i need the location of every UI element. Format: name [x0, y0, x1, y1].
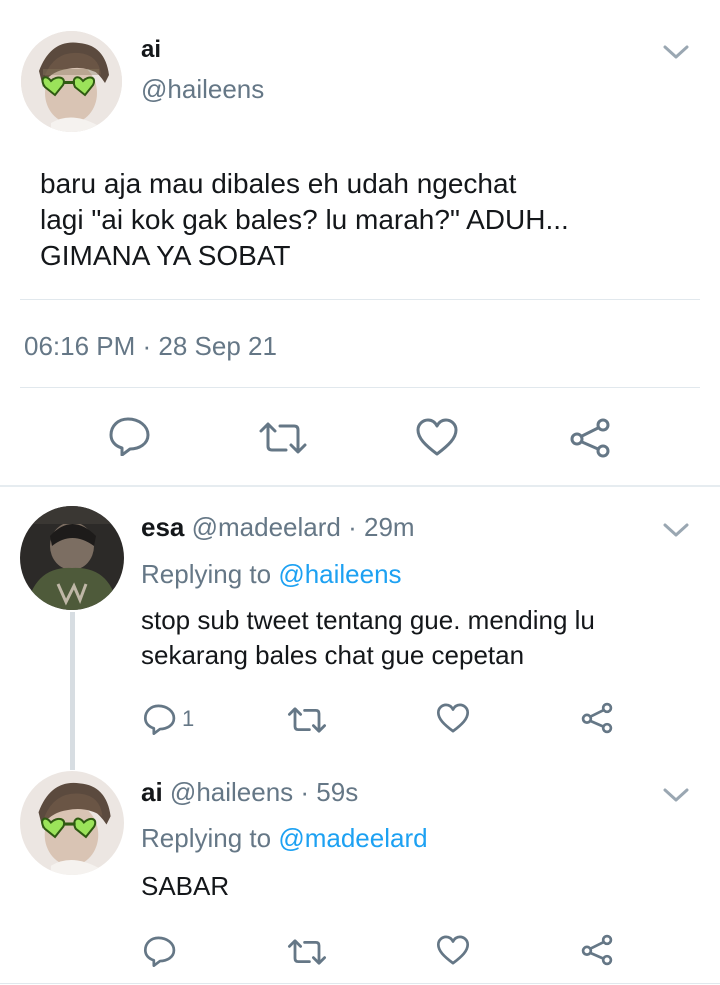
tweet-text-line: lagi "ai kok gak bales? lu marah?" ADUH.…	[40, 204, 569, 235]
handle[interactable]: @madeelard	[192, 512, 341, 542]
tweet-text-line: baru aja mau dibales eh udah ngechat	[40, 168, 517, 199]
tweet-header: esa @madeelard · 29m	[141, 512, 415, 543]
handle[interactable]: @haileens	[141, 74, 264, 105]
replying-to-link[interactable]: @haileens	[278, 559, 401, 589]
share-icon[interactable]	[568, 418, 612, 458]
tweet-text-line: stop sub tweet tentang gue. mending lu	[141, 605, 595, 635]
replying-to-link[interactable]: @madeelard	[278, 823, 427, 853]
share-icon[interactable]	[580, 702, 614, 734]
replying-to-label: Replying to	[141, 823, 272, 853]
section-separator	[0, 485, 720, 487]
retweet-icon[interactable]	[258, 420, 308, 456]
avatar[interactable]	[20, 771, 124, 875]
share-icon[interactable]	[580, 934, 614, 966]
reply-count: 1	[182, 706, 195, 731]
replying-to: Replying to @haileens	[141, 559, 402, 590]
tweet-text-line: sekarang bales chat gue cepetan	[141, 640, 525, 670]
tweet-time[interactable]: · 59s	[300, 777, 358, 807]
tweet-text: SABAR	[141, 869, 229, 904]
thread-line	[70, 612, 75, 770]
like-icon[interactable]	[436, 934, 470, 966]
tweet-header: ai @haileens · 59s	[141, 777, 358, 808]
retweet-icon[interactable]	[287, 705, 327, 735]
like-icon[interactable]	[415, 417, 459, 457]
reply-icon[interactable]	[108, 416, 152, 456]
replying-to: Replying to @madeelard	[141, 823, 428, 854]
tweet-text: stop sub tweet tentang gue. mending lu s…	[141, 603, 595, 673]
tweet-text-line: SABAR	[141, 871, 230, 901]
chevron-down-icon[interactable]	[662, 522, 690, 538]
display-name[interactable]: esa	[141, 512, 184, 542]
retweet-icon[interactable]	[287, 937, 327, 967]
handle[interactable]: @haileens	[170, 777, 293, 807]
tweet-text-line: GIMANA YA SOBAT	[40, 240, 291, 271]
divider	[20, 299, 700, 300]
tweet-text: baru aja mau dibales eh udah ngechat lag…	[40, 166, 569, 274]
timestamp[interactable]: 06:16 PM · 28 Sep 21	[24, 331, 277, 362]
chevron-down-icon[interactable]	[662, 787, 690, 803]
avatar[interactable]	[21, 31, 122, 132]
display-name[interactable]: ai	[141, 36, 161, 64]
display-name[interactable]: ai	[141, 777, 163, 807]
replying-to-label: Replying to	[141, 559, 272, 589]
reply-icon[interactable]	[143, 935, 177, 967]
avatar[interactable]	[20, 506, 124, 610]
tweet-time[interactable]: · 29m	[348, 512, 414, 542]
reply-icon[interactable]	[143, 703, 177, 735]
chevron-down-icon[interactable]	[662, 44, 690, 60]
like-icon[interactable]	[436, 702, 470, 734]
divider	[20, 387, 700, 388]
divider	[0, 983, 720, 984]
